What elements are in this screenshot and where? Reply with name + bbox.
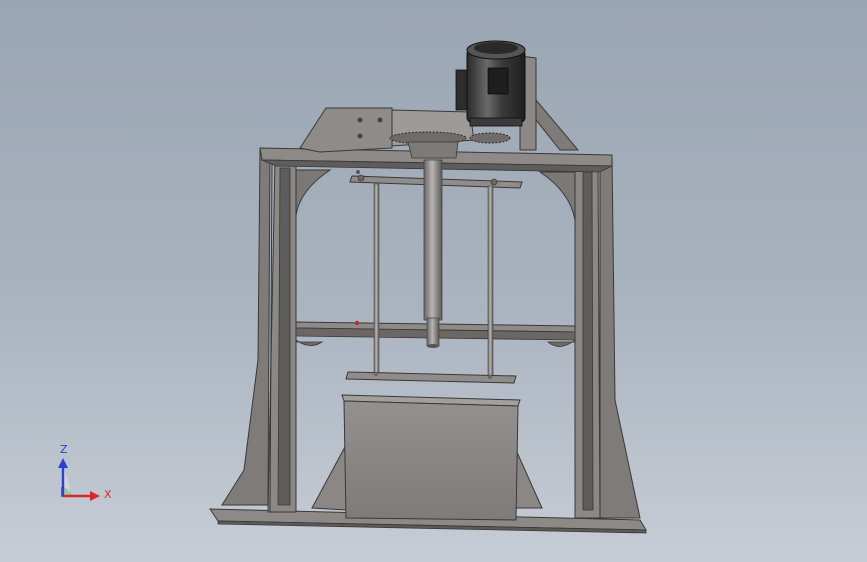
x-axis-label: X (104, 488, 112, 501)
graphics-viewport[interactable]: Z X (0, 0, 867, 562)
z-axis-label: Z (60, 443, 68, 456)
z-axis-arrow (58, 458, 68, 468)
orientation-triad (58, 458, 100, 501)
x-axis-arrow (90, 491, 100, 501)
